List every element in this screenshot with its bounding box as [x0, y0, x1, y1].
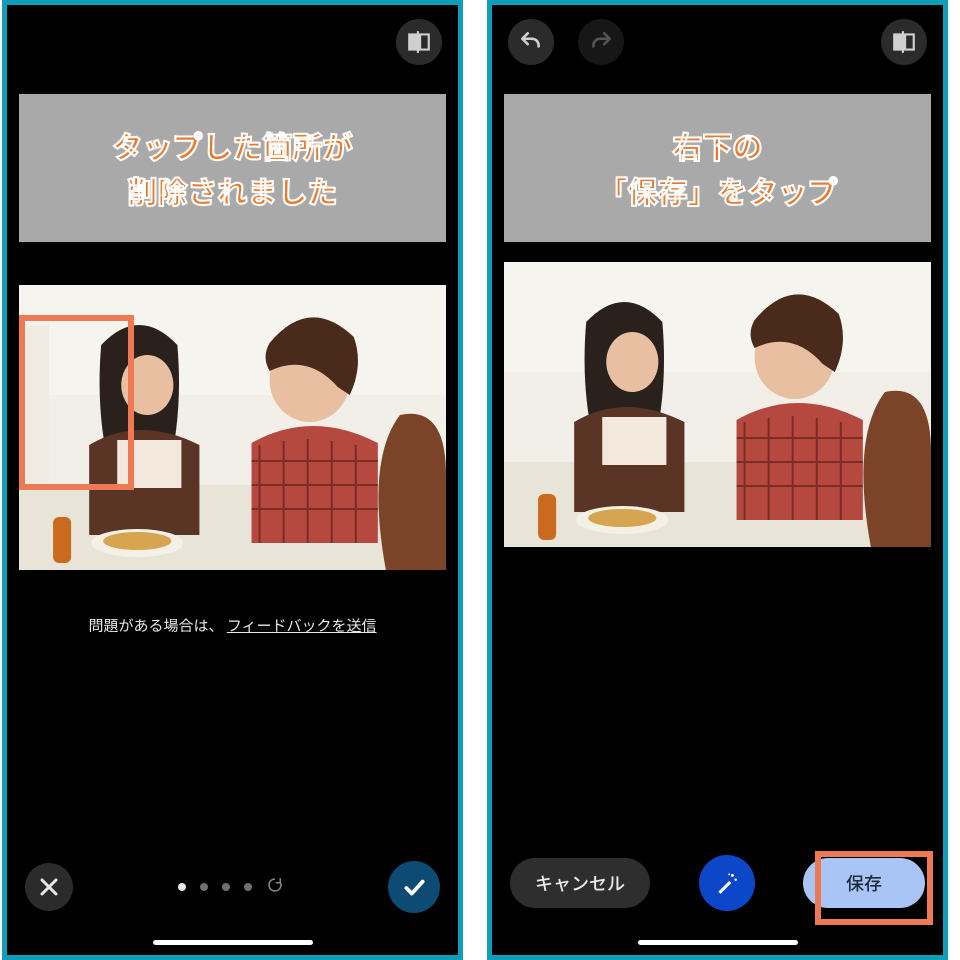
save-highlight-box — [815, 851, 933, 925]
check-icon — [401, 874, 427, 900]
feedback-link[interactable]: フィードバックを送信 — [227, 615, 377, 636]
cancel-label: キャンセル — [535, 870, 625, 896]
toolbar-left — [508, 19, 624, 65]
erase-highlight-box — [19, 315, 134, 490]
callout-line-2: 削除されました — [128, 168, 338, 212]
phone-screenshot-left: タップした箇所が 削除されました — [2, 0, 463, 960]
dot-3[interactable] — [222, 883, 230, 891]
undo-button[interactable] — [508, 19, 554, 65]
callout-text: タップした箇所が 削除されました — [113, 123, 353, 213]
callout-line-2: 「保存」をタップ — [598, 168, 838, 212]
home-indicator[interactable] — [638, 940, 798, 945]
compare-icon[interactable] — [881, 19, 927, 65]
magic-wand-icon — [714, 870, 740, 896]
edited-photo[interactable] — [504, 262, 931, 547]
redo-button[interactable] — [578, 19, 624, 65]
tools-button[interactable] — [699, 855, 755, 911]
phone-screenshot-right: 右下の 「保存」をタップ — [487, 0, 948, 960]
close-icon — [37, 875, 61, 899]
feedback-row: 問題がある場合は、 フィードバックを送信 — [7, 615, 458, 636]
refresh-icon[interactable] — [266, 875, 284, 899]
bottom-toolbar — [7, 859, 458, 915]
callout-line-1: タップした箇所が — [113, 123, 353, 167]
page-dots — [178, 875, 284, 899]
dot-1[interactable] — [178, 883, 186, 891]
confirm-button[interactable] — [388, 861, 440, 913]
instruction-callout: 右下の 「保存」をタップ — [504, 94, 931, 242]
cancel-button[interactable]: キャンセル — [510, 858, 650, 908]
compare-icon[interactable] — [396, 19, 442, 65]
home-indicator[interactable] — [153, 940, 313, 945]
undo-icon — [518, 29, 544, 55]
dot-2[interactable] — [200, 883, 208, 891]
close-button[interactable] — [25, 863, 73, 911]
toolbar-right — [396, 19, 442, 65]
instruction-callout: タップした箇所が 削除されました — [19, 94, 446, 242]
callout-line-1: 右下の — [673, 123, 763, 167]
feedback-prefix: 問題がある場合は、 — [88, 615, 226, 636]
redo-icon — [588, 29, 614, 55]
callout-text: 右下の 「保存」をタップ — [598, 123, 838, 213]
dot-4[interactable] — [244, 883, 252, 891]
toolbar-right — [881, 19, 927, 65]
